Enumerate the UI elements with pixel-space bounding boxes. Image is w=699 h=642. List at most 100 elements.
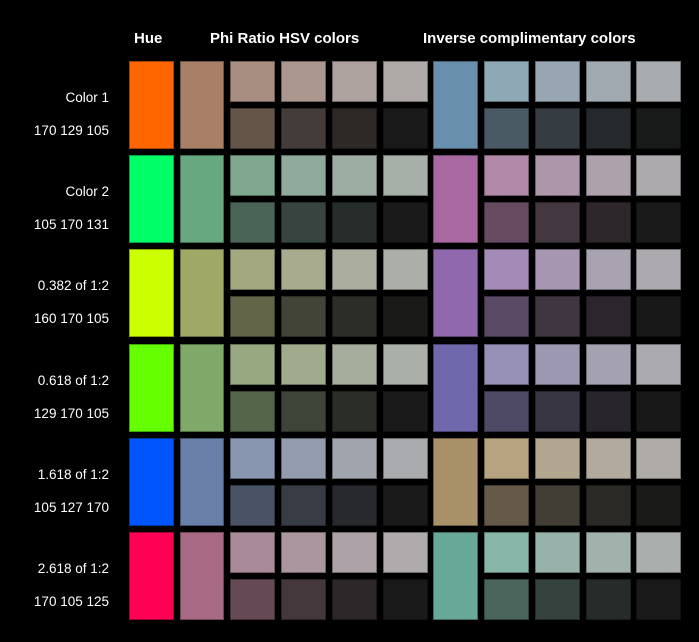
- phi-light-swatch: [332, 343, 377, 385]
- phi-dark-swatch: [383, 390, 428, 432]
- inverse-dark-swatch: [586, 579, 631, 620]
- inverse-dark-swatch: [586, 296, 631, 338]
- phi-light-swatch: [383, 249, 428, 291]
- inverse-base-swatch: [433, 343, 478, 432]
- phi-dark-swatch: [332, 390, 377, 432]
- inverse-dark-swatch: [535, 202, 580, 244]
- inverse-light-swatch: [586, 61, 631, 102]
- inverse-dark-swatch: [535, 296, 580, 338]
- inverse-light-swatch: [484, 249, 529, 291]
- phi-dark-swatch: [332, 108, 377, 149]
- row-rgb-label: 129 170 105: [33, 405, 109, 421]
- inverse-light-swatch: [484, 437, 529, 479]
- inverse-light-swatch: [586, 249, 631, 291]
- inverse-dark-swatch: [484, 579, 529, 620]
- phi-dark-swatch: [383, 202, 428, 244]
- inverse-light-swatch: [535, 61, 580, 102]
- inverse-base-swatch: [433, 437, 478, 526]
- header-inverse-complimentary: Inverse complimentary colors: [423, 30, 636, 47]
- phi-base-swatch: [180, 155, 224, 244]
- inverse-dark-swatch: [636, 390, 681, 432]
- inverse-light-swatch: [535, 532, 580, 573]
- row-rgb-label: 105 127 170: [33, 499, 109, 515]
- phi-dark-swatch: [281, 202, 326, 244]
- phi-light-swatch: [230, 437, 275, 479]
- inverse-light-swatch: [586, 343, 631, 385]
- inverse-base-swatch: [433, 249, 478, 338]
- inverse-base-swatch: [433, 155, 478, 244]
- inverse-dark-swatch: [484, 202, 529, 244]
- inverse-dark-swatch: [535, 390, 580, 432]
- phi-dark-swatch: [281, 296, 326, 338]
- phi-dark-swatch: [281, 579, 326, 620]
- inverse-dark-swatch: [535, 484, 580, 526]
- phi-light-swatch: [281, 249, 326, 291]
- row-label: Color 1: [65, 90, 109, 105]
- phi-light-swatch: [230, 532, 275, 573]
- inverse-dark-swatch: [535, 108, 580, 149]
- inverse-base-swatch: [433, 532, 478, 620]
- inverse-dark-swatch: [484, 108, 529, 149]
- phi-dark-swatch: [281, 108, 326, 149]
- inverse-light-swatch: [636, 249, 681, 291]
- row-label: 0.618 of 1:2: [37, 372, 109, 388]
- row-rgb-label: 170 105 125: [33, 594, 109, 609]
- phi-dark-swatch: [230, 108, 275, 149]
- phi-dark-swatch: [230, 296, 275, 338]
- inverse-light-swatch: [535, 155, 580, 197]
- phi-dark-swatch: [230, 579, 275, 620]
- phi-light-swatch: [230, 343, 275, 385]
- inverse-light-swatch: [586, 437, 631, 479]
- row-rgb-label: 170 129 105: [33, 123, 109, 138]
- phi-light-swatch: [281, 532, 326, 573]
- inverse-dark-swatch: [636, 108, 681, 149]
- phi-light-swatch: [332, 61, 377, 102]
- row-label: 0.382 of 1:2: [37, 278, 109, 294]
- row-label: 2.618 of 1:2: [37, 561, 109, 576]
- inverse-dark-swatch: [484, 390, 529, 432]
- phi-dark-swatch: [332, 296, 377, 338]
- row-rgb-label: 160 170 105: [33, 311, 109, 327]
- inverse-dark-swatch: [636, 202, 681, 244]
- phi-dark-swatch: [332, 202, 377, 244]
- phi-light-swatch: [230, 155, 275, 197]
- phi-light-swatch: [332, 437, 377, 479]
- inverse-light-swatch: [484, 155, 529, 197]
- phi-dark-swatch: [383, 579, 428, 620]
- inverse-light-swatch: [535, 437, 580, 479]
- inverse-base-swatch: [433, 61, 478, 149]
- phi-light-swatch: [332, 155, 377, 197]
- inverse-light-swatch: [636, 437, 681, 479]
- inverse-light-swatch: [636, 343, 681, 385]
- header-hue: Hue: [134, 30, 163, 47]
- inverse-dark-swatch: [586, 108, 631, 149]
- phi-light-swatch: [230, 249, 275, 291]
- inverse-light-swatch: [636, 155, 681, 197]
- row-label: 1.618 of 1:2: [37, 466, 109, 482]
- inverse-light-swatch: [636, 532, 681, 573]
- phi-light-swatch: [230, 61, 275, 102]
- phi-dark-swatch: [230, 390, 275, 432]
- inverse-light-swatch: [586, 532, 631, 573]
- phi-dark-swatch: [281, 390, 326, 432]
- hue-swatch: [129, 249, 174, 338]
- inverse-dark-swatch: [484, 484, 529, 526]
- inverse-dark-swatch: [484, 296, 529, 338]
- phi-dark-swatch: [230, 484, 275, 526]
- phi-dark-swatch: [332, 579, 377, 620]
- hue-swatch: [129, 437, 174, 526]
- inverse-dark-swatch: [586, 202, 631, 244]
- phi-light-swatch: [281, 61, 326, 102]
- phi-light-swatch: [281, 343, 326, 385]
- phi-light-swatch: [383, 155, 428, 197]
- phi-light-swatch: [332, 249, 377, 291]
- inverse-dark-swatch: [535, 579, 580, 620]
- inverse-light-swatch: [484, 532, 529, 573]
- hue-swatch: [129, 343, 174, 432]
- phi-dark-swatch: [383, 484, 428, 526]
- phi-base-swatch: [180, 437, 224, 526]
- phi-light-swatch: [383, 532, 428, 573]
- inverse-dark-swatch: [586, 390, 631, 432]
- inverse-light-swatch: [535, 343, 580, 385]
- phi-base-swatch: [180, 343, 224, 432]
